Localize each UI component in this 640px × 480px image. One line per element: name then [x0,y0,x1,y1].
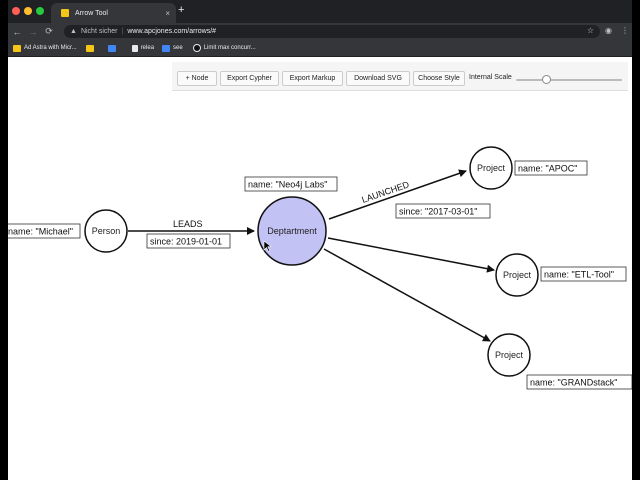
node-prop-grandstack: name: "GRANDstack" [530,378,617,388]
bookmark-item[interactable]: Ad Astra with Micr... [13,44,77,52]
graph-canvas[interactable]: LEADS since: 2019-01-01 LAUNCHED since: … [8,57,632,480]
folder-icon [13,44,21,52]
bookmark-label: see [173,45,183,51]
node-label-person: Person [92,226,121,236]
add-node-button[interactable]: + Node [177,71,217,86]
new-tab-button[interactable]: + [178,4,184,16]
folder-icon [85,44,94,52]
node-label-project: Project [503,270,532,280]
node-prop-apoc: name: "APOC" [518,164,577,174]
choose-style-button[interactable]: Choose Style [413,71,465,86]
bookmark-item[interactable]: see [162,44,183,52]
address-bar[interactable]: ▲ Nicht sicher | www.apcjones.com/arrows… [64,25,600,38]
browser-window: Arrow Tool × + ← → ⟳ ▲ Nicht sicher | ww… [8,0,632,480]
download-svg-button[interactable]: Download SVG [346,71,410,86]
relationship-to-grandstack[interactable] [323,248,491,342]
relationship-prop-leads: since: 2019-01-01 [150,237,222,247]
page-icon [131,44,138,52]
minimize-window-icon[interactable] [24,7,32,15]
node-label-department: Deptartment [267,226,317,236]
node-prop-etl: name: "ETL-Tool" [544,270,614,280]
bookmark-star-icon[interactable]: ☆ [587,26,594,35]
back-icon[interactable]: ← [10,27,24,37]
profile-icon[interactable]: ◉ [605,26,612,35]
tab-arrow-tool[interactable]: Arrow Tool × [51,3,176,23]
menu-icon[interactable]: ⋮ [621,26,629,35]
arrow-tool-page: LEADS since: 2019-01-01 LAUNCHED since: … [8,57,632,480]
favicon-icon [61,9,69,17]
bookmark-item[interactable] [107,44,116,52]
security-label: Nicht sicher [80,28,118,35]
docs-icon [107,44,116,52]
docs-icon [162,44,171,52]
node-prop-department: name: "Neo4j Labs" [248,180,327,190]
internal-scale-slider[interactable] [516,79,622,81]
reload-icon[interactable]: ⟳ [42,26,56,37]
bookmark-label: Limit max concurr... [203,45,256,51]
close-window-icon[interactable] [12,7,20,15]
node-prop-person: name: "Michael" [8,227,73,237]
bookmark-item[interactable]: Limit max concurr... [192,44,256,52]
internal-scale-slider-thumb[interactable] [542,75,551,84]
maximize-window-icon[interactable] [36,7,44,15]
bookmark-label: Ad Astra with Micr... [24,45,77,51]
tab-close-icon[interactable]: × [165,9,170,18]
bookmark-label: relea [140,45,155,51]
browser-toolbar: ← → ⟳ ▲ Nicht sicher | www.apcjones.com/… [8,23,632,40]
app-toolbar: + Node Export Cypher Export Markup Downl… [172,62,628,91]
url-text[interactable]: www.apcjones.com/arrows/# [127,28,216,35]
bookmark-item[interactable] [85,44,94,52]
warning-icon: ▲ [70,28,77,35]
export-markup-button[interactable]: Export Markup [282,71,343,86]
omnibox-separator: | [121,28,124,35]
tab-title: Arrow Tool [75,9,108,17]
github-icon [192,44,201,52]
internal-scale-label: Internal Scale [469,74,512,81]
forward-icon[interactable]: → [26,27,40,37]
relationship-type-launched: LAUNCHED [360,179,411,205]
relationship-prop-launched: since: "2017-03-01" [399,207,477,217]
node-label-project: Project [477,163,506,173]
node-label-project: Project [495,350,524,360]
bookmark-item[interactable]: relea [131,44,155,52]
bookmarks-bar: Ad Astra with Micr... relea see Limit ma… [8,40,632,57]
export-cypher-button[interactable]: Export Cypher [220,71,279,86]
tab-strip: Arrow Tool × + [8,0,632,23]
relationship-type-leads: LEADS [173,219,203,229]
